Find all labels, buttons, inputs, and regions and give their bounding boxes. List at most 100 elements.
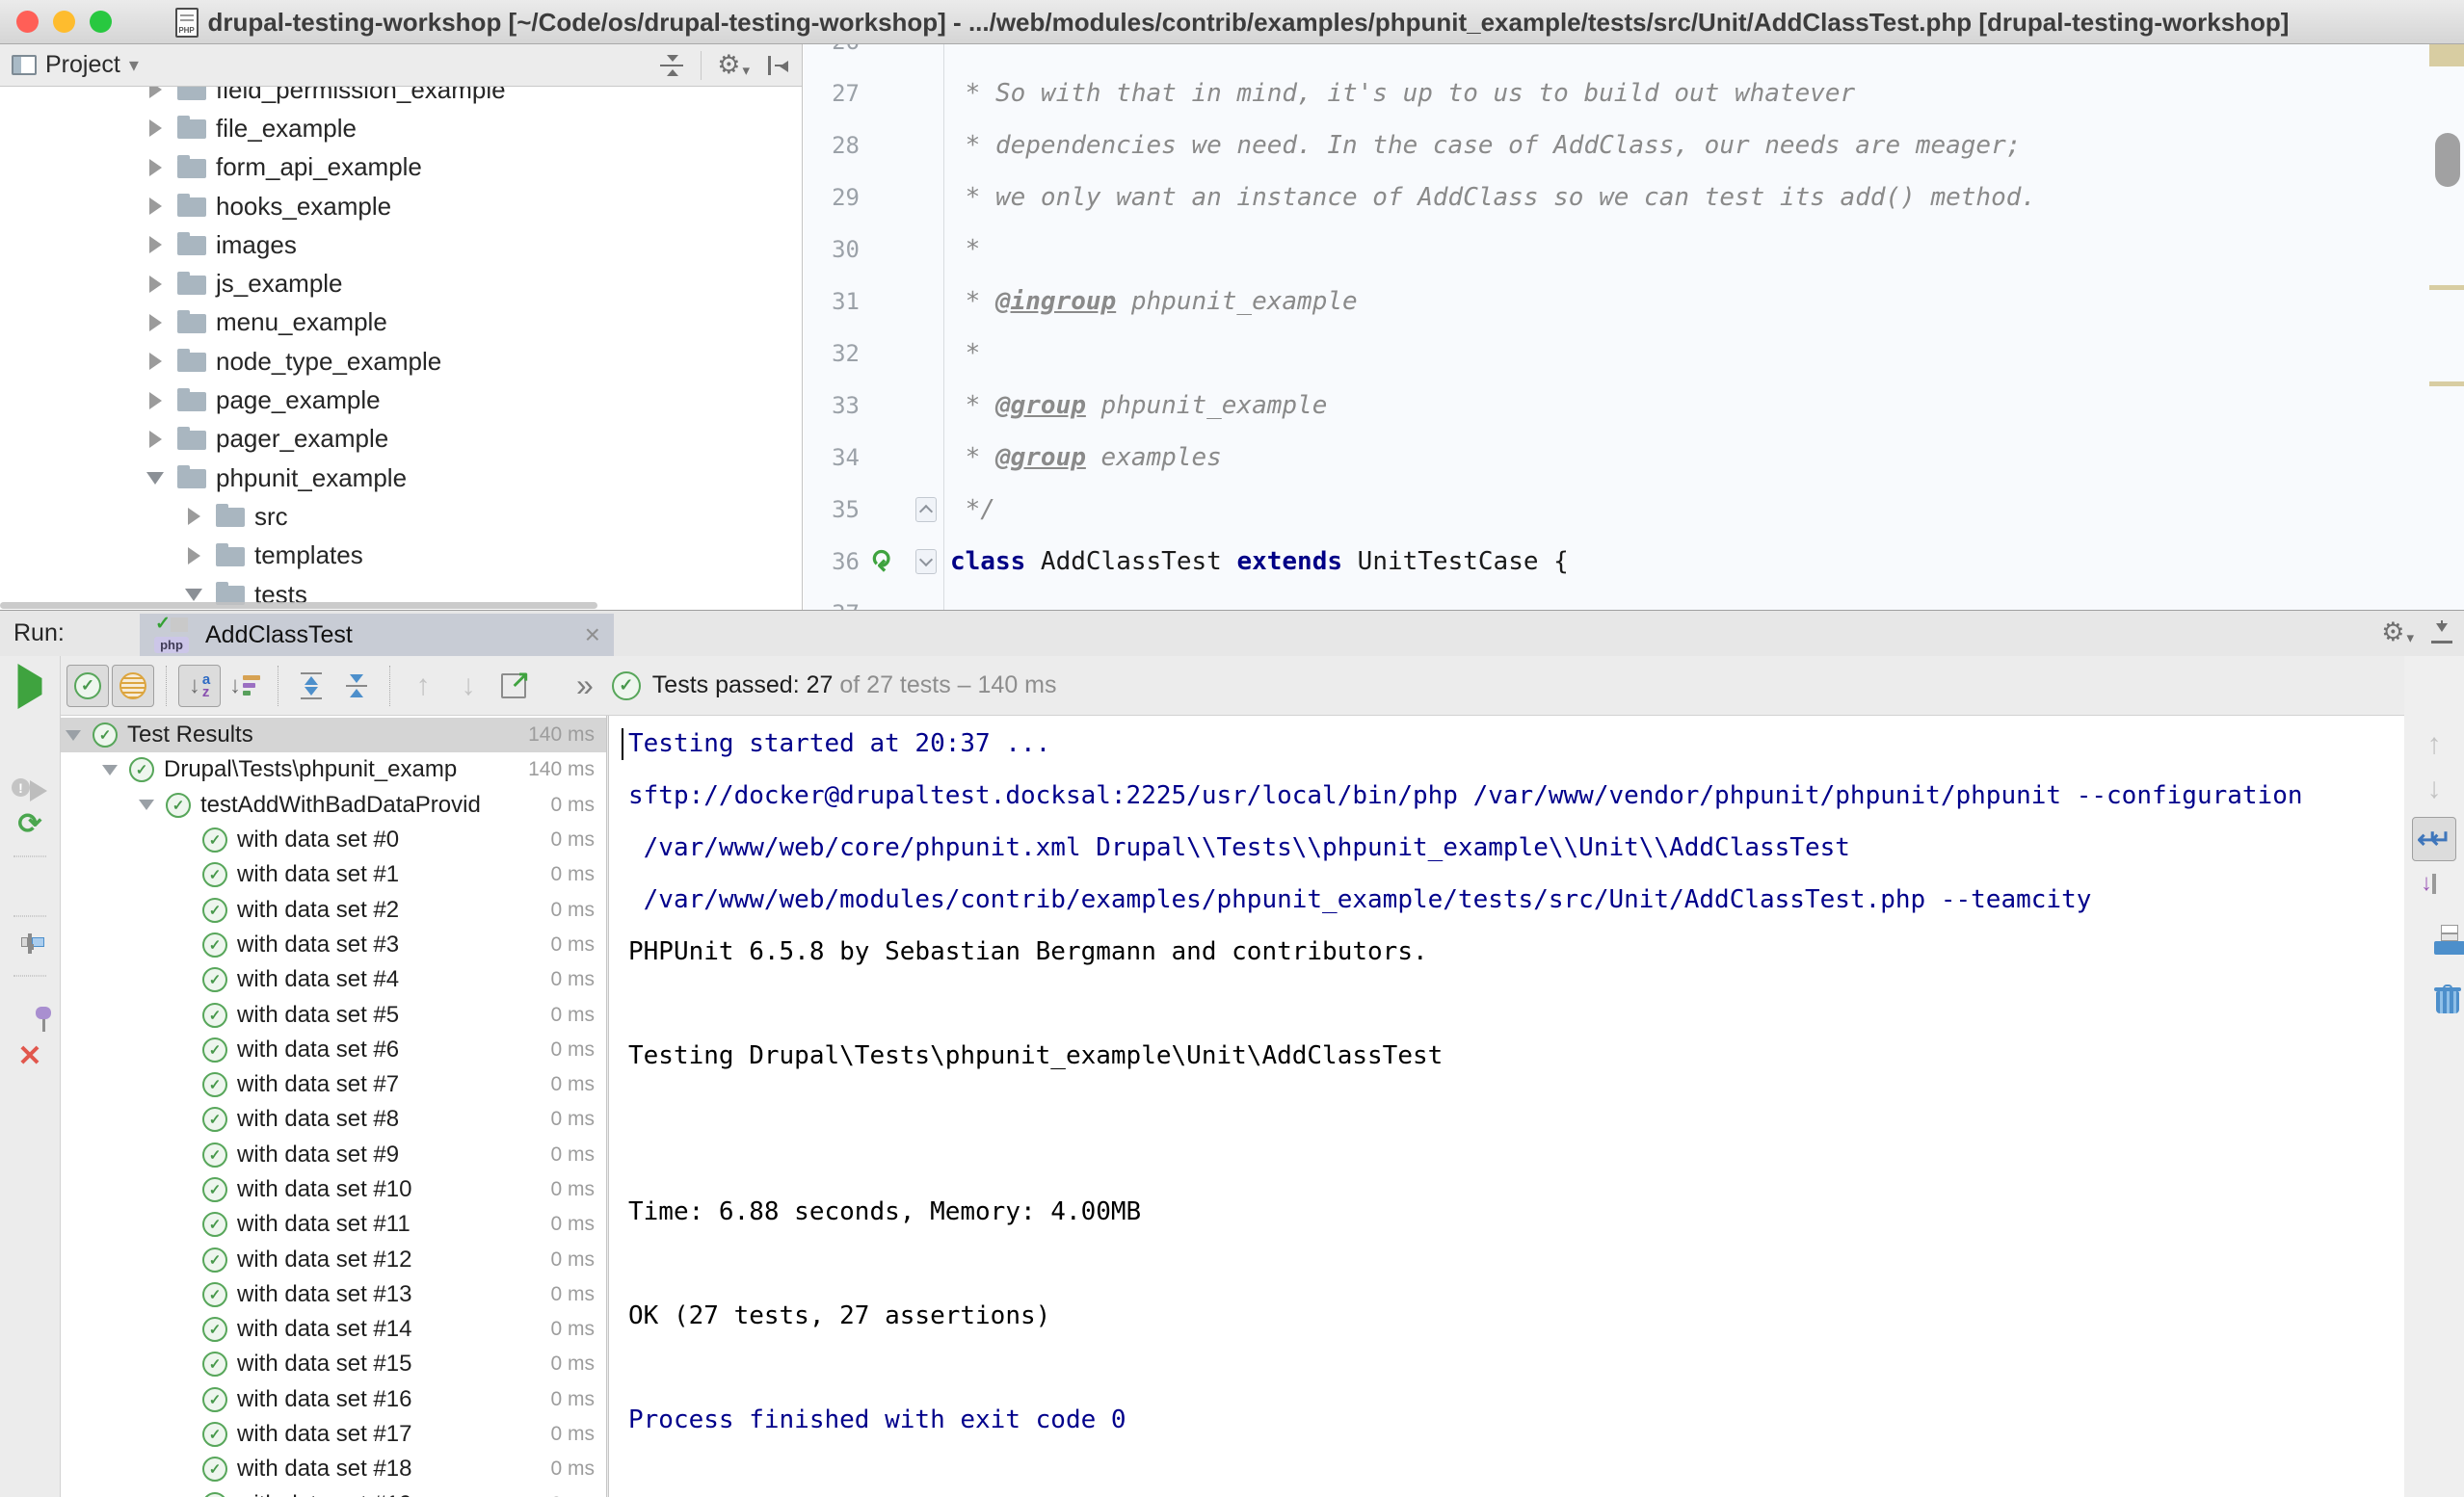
chevron-right-icon[interactable] <box>149 353 162 370</box>
editor-line-36[interactable]: 36⟳class AddClassTest extends UnitTestCa… <box>804 536 2464 588</box>
sort-alphabetically-button[interactable]: ↓ az <box>178 665 221 707</box>
editor-line-32[interactable]: 32 * <box>804 328 2464 380</box>
scroll-down-button[interactable]: ↓ <box>2427 773 2442 805</box>
chevron-down-icon[interactable] <box>66 730 81 741</box>
editor-line-27[interactable]: 27 * So with that in mind, it's up to us… <box>804 67 2464 119</box>
chevron-right-icon[interactable] <box>149 236 162 253</box>
test-tree-row-with-data-set-#9[interactable]: ✓with data set #90 ms <box>61 1138 606 1172</box>
test-tree-row-with-data-set-#13[interactable]: ✓with data set #130 ms <box>61 1277 606 1312</box>
test-tree-row-with-data-set-#4[interactable]: ✓with data set #40 ms <box>61 962 606 997</box>
editor-line-35[interactable]: 35 */ <box>804 484 2464 536</box>
test-tree-row-with-data-set-#11[interactable]: ✓with data set #110 ms <box>61 1207 606 1242</box>
test-tree-row-with-data-set-#5[interactable]: ✓with data set #50 ms <box>61 997 606 1032</box>
test-tree-row-with-data-set-#1[interactable]: ✓with data set #10 ms <box>61 857 606 892</box>
chevron-right-icon[interactable] <box>149 119 162 137</box>
fold-marker-icon[interactable] <box>915 549 937 574</box>
editor-line-34[interactable]: 34 * @group examples <box>804 432 2464 484</box>
run-test-gutter-icon[interactable]: ⟳ <box>864 549 897 571</box>
fold-marker-icon[interactable] <box>915 497 937 522</box>
test-tree-row-with-data-set-#2[interactable]: ✓with data set #20 ms <box>61 892 606 927</box>
toggle-auto-test-button[interactable]: ⟳ <box>17 810 41 839</box>
project-panel-title[interactable]: Project <box>45 51 120 79</box>
test-tree-row-with-data-set-#15[interactable]: ✓with data set #150 ms <box>61 1347 606 1381</box>
scroll-to-end-button[interactable]: ↓ <box>2432 876 2436 893</box>
chevron-right-icon[interactable] <box>149 314 162 331</box>
chevron-right-icon[interactable] <box>149 392 162 409</box>
chevron-down-icon[interactable]: ▾ <box>129 53 139 77</box>
editor-line-26[interactable]: 26 <box>804 44 2464 67</box>
previous-occurrence-button[interactable]: ↑ <box>402 665 444 707</box>
run-console[interactable]: Testing started at 20:37 ...sftp://docke… <box>608 716 2404 1497</box>
chevron-right-icon[interactable] <box>149 159 162 176</box>
run-tab-addclasstest[interactable]: ✓ php AddClassTest × <box>140 614 614 656</box>
test-tree-row-with-data-set-#18[interactable]: ✓with data set #180 ms <box>61 1452 606 1486</box>
chevron-right-icon[interactable] <box>149 87 162 98</box>
code-editor[interactable]: 2627 * So with that in mind, it's up to … <box>804 44 2464 610</box>
next-occurrence-button[interactable]: ↓ <box>447 665 490 707</box>
test-tree-row-with-data-set-#12[interactable]: ✓with data set #120 ms <box>61 1242 606 1276</box>
editor-line-30[interactable]: 30 * <box>804 223 2464 276</box>
editor-scrollbar-thumb[interactable] <box>2435 133 2460 187</box>
test-tree-row-with-data-set-#3[interactable]: ✓with data set #30 ms <box>61 928 606 962</box>
close-panel-button[interactable]: ✕ <box>17 1042 41 1071</box>
project-item-form_api_example[interactable]: form_api_example <box>0 148 802 187</box>
chevron-down-icon[interactable] <box>102 765 118 775</box>
chevron-down-icon[interactable] <box>185 589 202 601</box>
show-ignored-button[interactable] <box>112 665 154 707</box>
test-tree-row-with-data-set-#10[interactable]: ✓with data set #100 ms <box>61 1172 606 1207</box>
chevron-right-icon[interactable] <box>188 547 200 565</box>
project-item-page_example[interactable]: page_example <box>0 381 802 419</box>
more-actions-icon[interactable]: » <box>576 668 594 703</box>
locate-file-icon[interactable] <box>658 52 685 79</box>
editor-line-28[interactable]: 28 * dependencies we need. In the case o… <box>804 119 2464 171</box>
test-tree-row-with-data-set-#19[interactable]: ✓with data set #190 ms <box>61 1487 606 1497</box>
show-passed-button[interactable]: ✓ <box>66 665 109 707</box>
scroll-up-button[interactable]: ↑ <box>2427 728 2442 761</box>
project-item-js_example[interactable]: js_example <box>0 264 802 302</box>
test-tree-row-drupal-tests-phpunit-examp[interactable]: ✓Drupal\Tests\phpunit_examp140 ms <box>61 752 606 787</box>
project-settings-button[interactable]: ⚙ ▾ <box>717 52 750 78</box>
expand-all-button[interactable] <box>290 665 332 707</box>
zoom-window-button[interactable] <box>90 11 112 33</box>
test-tree-row-with-data-set-#6[interactable]: ✓with data set #60 ms <box>61 1033 606 1067</box>
rerun-tests-button[interactable] <box>18 678 42 696</box>
chevron-right-icon[interactable] <box>188 508 200 525</box>
horizontal-scrollbar[interactable] <box>0 602 597 609</box>
hide-panel-button[interactable] <box>765 53 790 78</box>
project-item-phpunit_example[interactable]: phpunit_example <box>0 459 802 497</box>
test-tree-row-testaddwithbaddataprovid[interactable]: ✓testAddWithBadDataProvid0 ms <box>61 788 606 823</box>
project-item-hooks_example[interactable]: hooks_example <box>0 187 802 225</box>
test-tree-row-with-data-set-#8[interactable]: ✓with data set #80 ms <box>61 1102 606 1137</box>
project-item-src[interactable]: src <box>0 497 802 536</box>
soft-wrap-button[interactable]: ↵↵ <box>2412 817 2456 861</box>
import-test-results-button[interactable]: ↗ <box>492 665 535 707</box>
sort-by-duration-button[interactable]: ↓ <box>224 665 266 707</box>
test-tree-row-with-data-set-#16[interactable]: ✓with data set #160 ms <box>61 1382 606 1417</box>
chevron-right-icon[interactable] <box>149 431 162 448</box>
project-item-pager_example[interactable]: pager_example <box>0 420 802 459</box>
hide-run-panel-button[interactable] <box>2429 620 2454 645</box>
project-item-field_permission_example[interactable]: field_permission_example <box>0 87 802 109</box>
close-tab-icon[interactable]: × <box>585 621 600 648</box>
project-item-menu_example[interactable]: menu_example <box>0 303 802 342</box>
test-tree-row-with-data-set-#7[interactable]: ✓with data set #70 ms <box>61 1067 606 1102</box>
test-tree-row-test-results[interactable]: ✓Test Results140 ms <box>61 718 606 752</box>
chevron-right-icon[interactable] <box>149 276 162 293</box>
project-item-templates[interactable]: templates <box>0 537 802 575</box>
test-tree-row-with-data-set-#14[interactable]: ✓with data set #140 ms <box>61 1312 606 1347</box>
editor-line-31[interactable]: 31 * @ingroup phpunit_example <box>804 276 2464 328</box>
project-item-file_example[interactable]: file_example <box>0 109 802 147</box>
test-tree-row-with-data-set-#17[interactable]: ✓with data set #170 ms <box>61 1417 606 1452</box>
project-item-images[interactable]: images <box>0 225 802 264</box>
test-tree-row-with-data-set-#0[interactable]: ✓with data set #00 ms <box>61 823 606 857</box>
chevron-right-icon[interactable] <box>149 197 162 215</box>
chevron-down-icon[interactable] <box>139 800 154 810</box>
close-window-button[interactable] <box>16 11 39 33</box>
chevron-down-icon[interactable] <box>146 472 164 485</box>
editor-line-33[interactable]: 33 * @group phpunit_example <box>804 380 2464 432</box>
editor-line-37[interactable]: 37 <box>804 588 2464 610</box>
minimize-window-button[interactable] <box>53 11 75 33</box>
run-settings-button[interactable]: ⚙ ▾ <box>2381 619 2414 645</box>
restore-layout-button[interactable] <box>28 935 32 953</box>
project-item-node_type_example[interactable]: node_type_example <box>0 342 802 381</box>
